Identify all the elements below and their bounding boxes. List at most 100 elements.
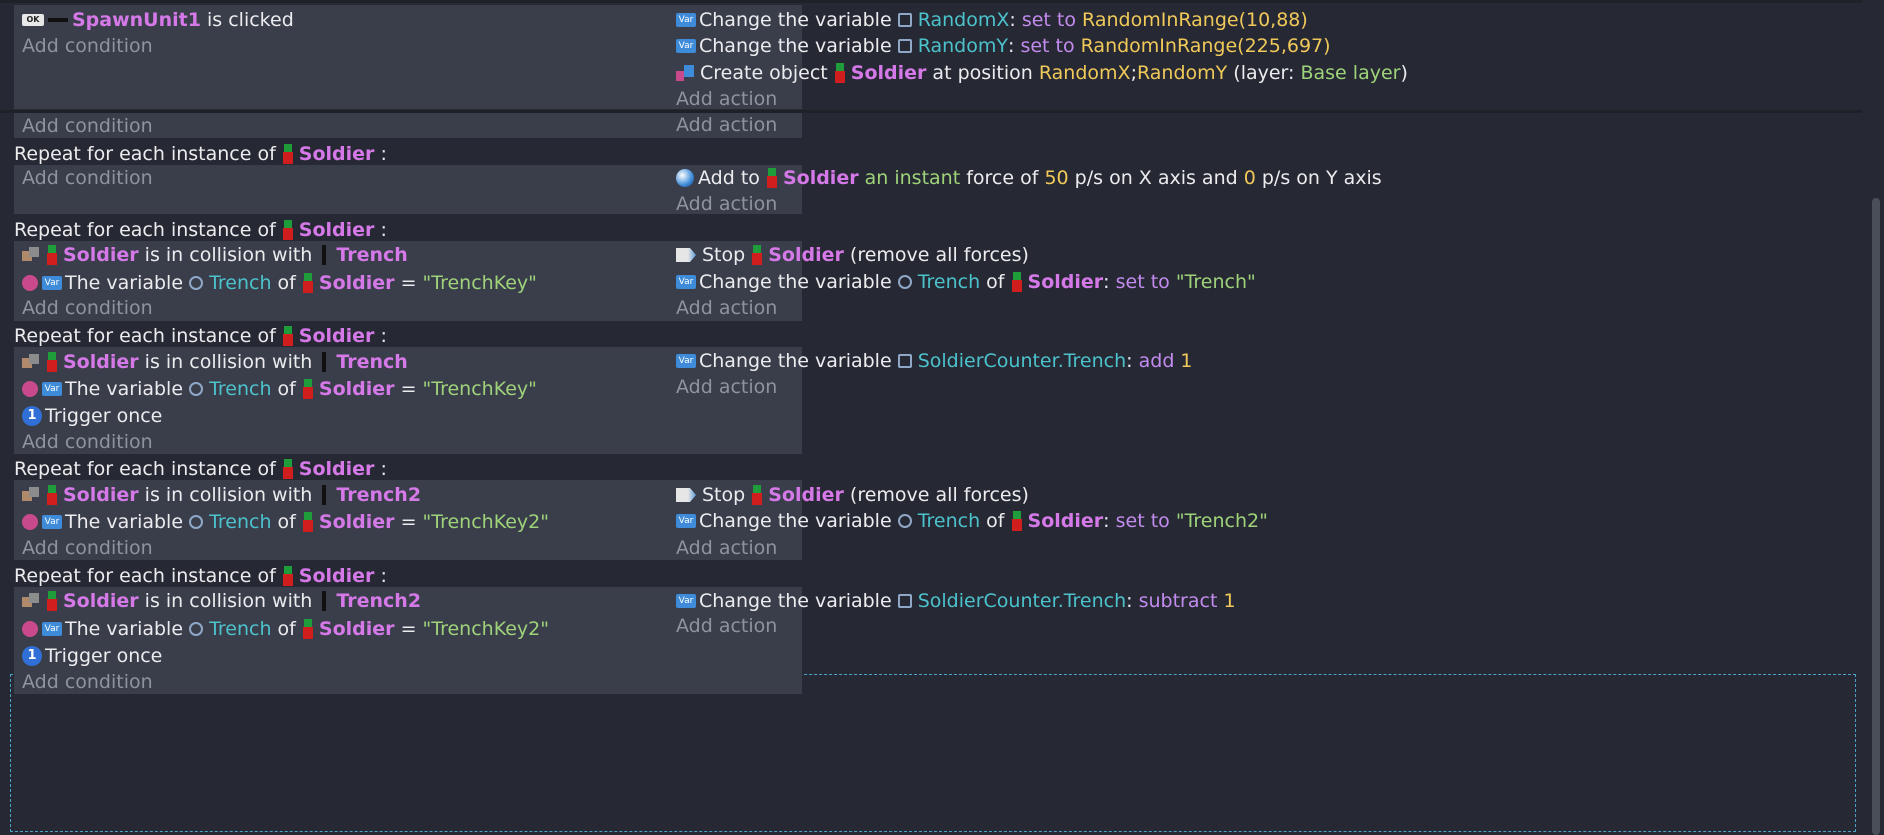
add-condition-button[interactable]: Add condition: [22, 430, 153, 454]
add-action-label: Add action: [676, 297, 778, 319]
add-condition-button[interactable]: Add condition: [22, 296, 153, 320]
object-name: Soldier: [298, 458, 375, 480]
action-row[interactable]: Var Change the variable SoldierCounter.Tr…: [676, 349, 1193, 373]
text-fragment: is in collision with: [138, 590, 319, 612]
add-condition-button[interactable]: Add condition: [22, 166, 153, 190]
soldier-icon: [1011, 511, 1023, 531]
for-each-header[interactable]: Repeat for each instance of Soldier :: [14, 142, 387, 166]
condition-row[interactable]: Soldier is in collision with Trench: [22, 350, 408, 374]
for-each-header[interactable]: Repeat for each instance of Soldier :: [14, 218, 387, 242]
for-each-label: Repeat for each instance of: [14, 565, 276, 587]
soldier-icon: [282, 220, 294, 240]
stop-icon: [676, 248, 696, 262]
object-name: Trench: [336, 244, 408, 266]
object-name: Soldier: [298, 143, 375, 165]
add-condition-button[interactable]: Add condition: [22, 34, 153, 58]
header-colon: :: [374, 143, 387, 165]
add-action-button[interactable]: Add action: [676, 87, 777, 111]
add-action-button[interactable]: Add action: [676, 192, 777, 216]
scene-variable-icon: [897, 13, 912, 27]
header-colon: :: [374, 458, 387, 480]
variable-name: Trench: [917, 271, 981, 293]
action-row[interactable]: Var Change the variable Trench of Soldier…: [676, 270, 1256, 294]
scene-variable-icon: [897, 594, 912, 608]
selected-event-outline: [10, 674, 1856, 832]
force-icon: [676, 169, 694, 187]
condition-row[interactable]: 1 Trigger once: [22, 404, 162, 428]
object-name: Soldier: [318, 618, 395, 640]
object-name: Soldier: [782, 167, 859, 189]
scrollbar-thumb[interactable]: [1872, 198, 1880, 835]
soldier-icon: [282, 459, 294, 479]
object-name: Soldier: [768, 484, 844, 506]
soldier-icon: [46, 591, 58, 611]
add-action-button[interactable]: Add action: [676, 296, 777, 320]
add-condition-button[interactable]: Add condition: [22, 670, 153, 694]
action-row[interactable]: Var Change the variable RandomX: set to R…: [676, 8, 1308, 32]
text-fragment: =: [394, 511, 423, 533]
text-fragment: :: [1103, 510, 1116, 532]
soldier-icon: [282, 144, 294, 164]
variable-name: Trench: [209, 272, 272, 294]
text-fragment: Add to: [698, 167, 766, 189]
scene-variable-icon: [897, 39, 912, 53]
compare-icon: [22, 514, 38, 530]
for-each-header[interactable]: Repeat for each instance of Soldier :: [14, 457, 387, 481]
variable-icon: Var: [676, 594, 696, 608]
condition-row[interactable]: 1 Trigger once: [22, 644, 162, 668]
variable-name: Trench: [209, 618, 272, 640]
condition-row[interactable]: Soldier is in collision with Trench: [22, 243, 408, 267]
text-fragment: force of: [960, 167, 1045, 189]
text-fragment: :: [1009, 9, 1022, 31]
soldier-icon: [834, 63, 846, 83]
variable-name: SoldierCounter.Trench: [917, 590, 1127, 612]
soldier-icon: [1011, 272, 1023, 292]
action-row[interactable]: Stop Soldier (remove all forces): [676, 483, 1029, 507]
condition-row[interactable]: Var The variable Trench of Soldier = "Tre…: [22, 377, 537, 401]
text-fragment: p/s on Y axis: [1255, 167, 1382, 189]
add-action-label: Add action: [676, 376, 778, 398]
text-fragment: at position: [926, 62, 1039, 84]
operator-keyword: set to: [1115, 271, 1176, 293]
action-row[interactable]: Stop Soldier (remove all forces): [676, 243, 1029, 267]
add-condition-label: Add condition: [22, 431, 153, 453]
object-name: Soldier: [318, 511, 395, 533]
condition-row[interactable]: Soldier is in collision with Trench2: [22, 483, 421, 507]
add-action-button[interactable]: Add action: [676, 113, 777, 137]
condition-row[interactable]: Soldier is in collision with Trench2: [22, 589, 421, 613]
add-action-button[interactable]: Add action: [676, 536, 777, 560]
soldier-icon: [302, 379, 314, 399]
variable-icon: Var: [42, 515, 62, 529]
action-row[interactable]: Var Change the variable SoldierCounter.Tr…: [676, 589, 1236, 613]
add-condition-button[interactable]: Add condition: [22, 114, 153, 138]
condition-row[interactable]: Var The variable Trench of Soldier = "Tre…: [22, 271, 537, 295]
condition-row[interactable]: Var The variable Trench of Soldier = "Tre…: [22, 510, 549, 534]
text-fragment: :: [1126, 590, 1139, 612]
object-variable-icon: [897, 275, 912, 289]
text-fragment: Change the variable: [699, 35, 898, 57]
text-fragment: is in collision with: [138, 484, 319, 506]
text-fragment: The variable: [65, 272, 190, 294]
for-each-header[interactable]: Repeat for each instance of Soldier :: [14, 564, 387, 588]
text-fragment: Change the variable: [699, 590, 898, 612]
stop-icon: [676, 488, 696, 502]
text-fragment: (layer:: [1227, 62, 1301, 84]
trench-icon: [322, 485, 327, 505]
add-action-label: Add action: [676, 615, 778, 637]
operator-keyword: set to: [1021, 9, 1083, 31]
text-fragment: is clicked: [200, 9, 294, 31]
condition-row[interactable]: Var The variable Trench of Soldier = "Tre…: [22, 617, 549, 641]
text-fragment: Change the variable: [699, 9, 898, 31]
action-row[interactable]: Var Change the variable Trench of Soldier…: [676, 509, 1268, 533]
action-row[interactable]: Add to Soldier an instant force of 50 p/…: [676, 166, 1382, 190]
action-row[interactable]: Create object Soldier at position Random…: [676, 61, 1408, 85]
add-action-button[interactable]: Add action: [676, 375, 777, 399]
object-name: Soldier: [63, 244, 139, 266]
text-fragment: =: [394, 272, 423, 294]
add-condition-button[interactable]: Add condition: [22, 536, 153, 560]
condition-row[interactable]: OK SpawnUnit1 is clicked: [22, 8, 294, 32]
for-each-header[interactable]: Repeat for each instance of Soldier :: [14, 324, 387, 348]
add-action-button[interactable]: Add action: [676, 614, 777, 638]
soldier-icon: [282, 326, 294, 346]
action-row[interactable]: Var Change the variable RandomY: set to R…: [676, 34, 1331, 58]
